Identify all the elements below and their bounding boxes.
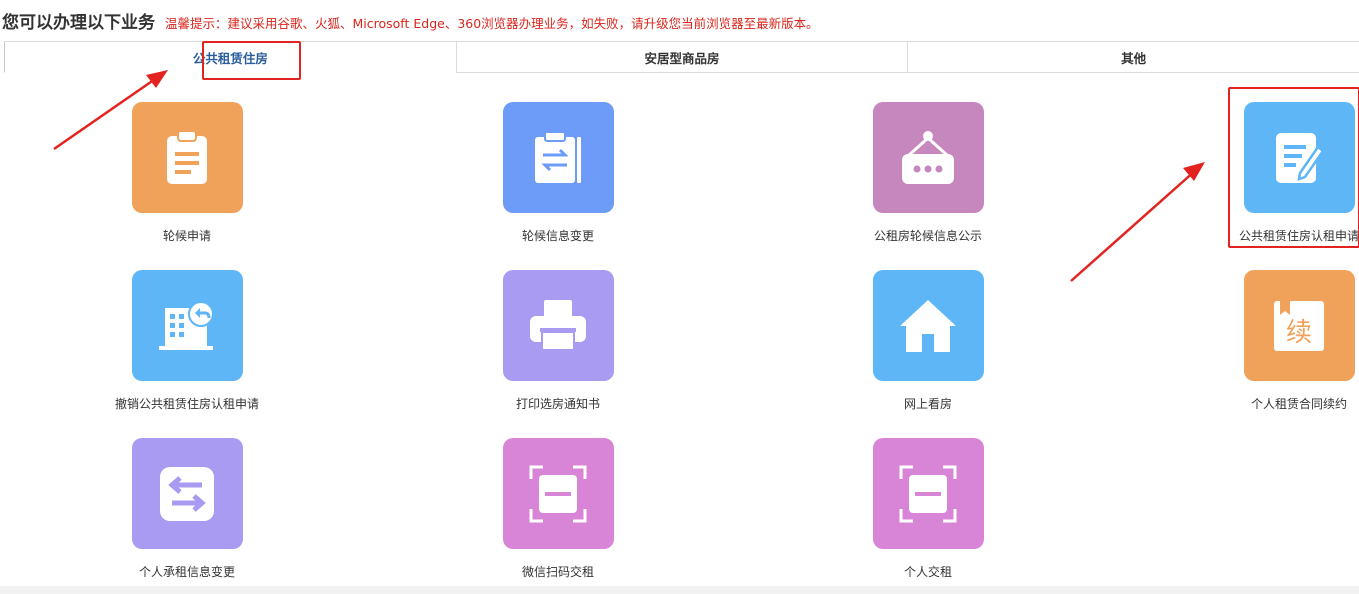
house-icon: [900, 299, 956, 352]
service-icon-box: [131, 102, 243, 213]
service-icon-box: [131, 270, 243, 381]
service-icon-box: [872, 102, 984, 213]
service-icon-box: [502, 102, 614, 213]
service-icon-box: [872, 438, 984, 549]
renew-glyph: 续: [1286, 318, 1312, 348]
scan-icon: [899, 465, 957, 522]
service-label: 撤销公共租赁住房认租申请: [114, 397, 259, 411]
edit-document-icon: [1276, 132, 1325, 183]
service-label: 个人租赁合同续约: [1250, 397, 1347, 411]
service-icon-box: [502, 438, 614, 549]
service-label: 个人交租: [903, 565, 952, 579]
service-label: 公租房轮候信息公示: [873, 229, 982, 243]
service-waitlist-publicity[interactable]: 公租房轮候信息公示: [843, 102, 1013, 244]
service-label: 网上看房: [903, 397, 952, 411]
swap-arrows-icon: [160, 466, 214, 521]
service-label: 轮候申请: [162, 229, 211, 243]
service-print-notice[interactable]: 打印选房通知书: [473, 270, 643, 412]
printer-icon: [530, 299, 586, 351]
service-wechat-pay[interactable]: 微信扫码交租: [473, 438, 643, 580]
service-waitlist-change[interactable]: 轮候信息变更: [473, 102, 643, 244]
service-contract-renewal[interactable]: 续 个人租赁合同续约: [1214, 270, 1359, 412]
service-label: 打印选房通知书: [515, 397, 600, 411]
service-cancel-application[interactable]: 撤销公共租赁住房认租申请: [102, 270, 272, 412]
building-undo-icon: [159, 300, 214, 350]
service-label: 公共租赁住房认租申请: [1238, 229, 1359, 243]
clipboard-icon: [167, 129, 207, 184]
service-label: 个人承租信息变更: [138, 565, 235, 579]
exchange-document-icon: [535, 130, 581, 183]
service-tenant-info-change[interactable]: 个人承租信息变更: [102, 438, 272, 580]
service-personal-pay[interactable]: 个人交租: [843, 438, 1013, 580]
bottom-divider: [0, 586, 1359, 594]
service-icon-box: [502, 270, 614, 381]
service-rental-application[interactable]: 公共租赁住房认租申请: [1214, 102, 1359, 244]
service-label: 微信扫码交租: [521, 565, 594, 579]
service-online-viewing[interactable]: 网上看房: [843, 270, 1013, 412]
service-icon-box: [1243, 102, 1355, 213]
service-icon-box: [131, 438, 243, 549]
service-waitlist-apply[interactable]: 轮候申请: [102, 102, 272, 244]
hanging-sign-icon: [902, 130, 954, 184]
renew-contract-icon: 续: [1274, 300, 1324, 351]
scan-icon: [529, 465, 587, 522]
service-label: 轮候信息变更: [521, 229, 594, 243]
service-icon-box: 续: [1243, 270, 1355, 381]
service-icon-box: [872, 270, 984, 381]
